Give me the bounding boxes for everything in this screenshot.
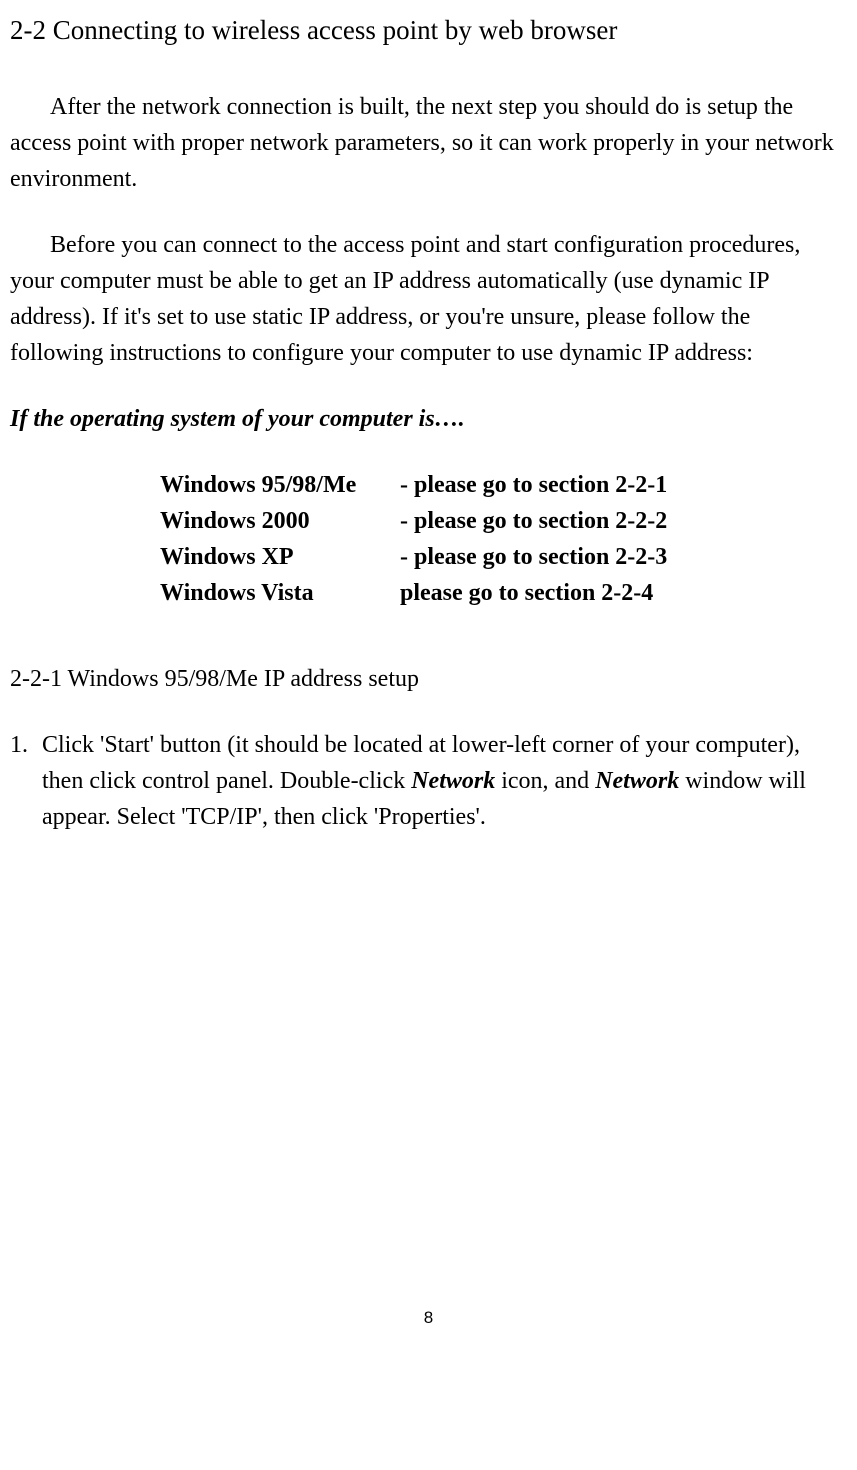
paragraph-intro-1: After the network connection is built, t… <box>10 89 847 197</box>
step-text: icon, and <box>495 768 595 794</box>
os-goto: - please go to section 2-2-1 <box>400 467 667 503</box>
os-intro: If the operating system of your computer… <box>10 401 847 437</box>
os-name: Windows Vista <box>160 575 400 611</box>
network-word: Network <box>595 768 679 794</box>
subsection-title: 2-2-1 Windows 95/98/Me IP address setup <box>10 661 847 697</box>
os-row: Windows 2000 - please go to section 2-2-… <box>160 503 847 539</box>
network-word: Network <box>411 768 495 794</box>
os-goto: - please go to section 2-2-3 <box>400 539 667 575</box>
os-goto: - please go to section 2-2-2 <box>400 503 667 539</box>
os-name: Windows 2000 <box>160 503 400 539</box>
os-goto: please go to section 2-2-4 <box>400 575 653 611</box>
paragraph-intro-2: Before you can connect to the access poi… <box>10 227 847 371</box>
page-number: 8 <box>10 1305 847 1331</box>
os-table: Windows 95/98/Me - please go to section … <box>160 467 847 611</box>
os-name: Windows XP <box>160 539 400 575</box>
step-body: Click 'Start' button (it should be locat… <box>42 727 847 835</box>
step-1: 1. Click 'Start' button (it should be lo… <box>10 727 847 835</box>
os-name: Windows 95/98/Me <box>160 467 400 503</box>
os-row: Windows 95/98/Me - please go to section … <box>160 467 847 503</box>
os-row: Windows Vista please go to section 2-2-4 <box>160 575 847 611</box>
section-title: 2-2 Connecting to wireless access point … <box>10 10 847 51</box>
os-row: Windows XP - please go to section 2-2-3 <box>160 539 847 575</box>
step-number: 1. <box>10 727 42 835</box>
